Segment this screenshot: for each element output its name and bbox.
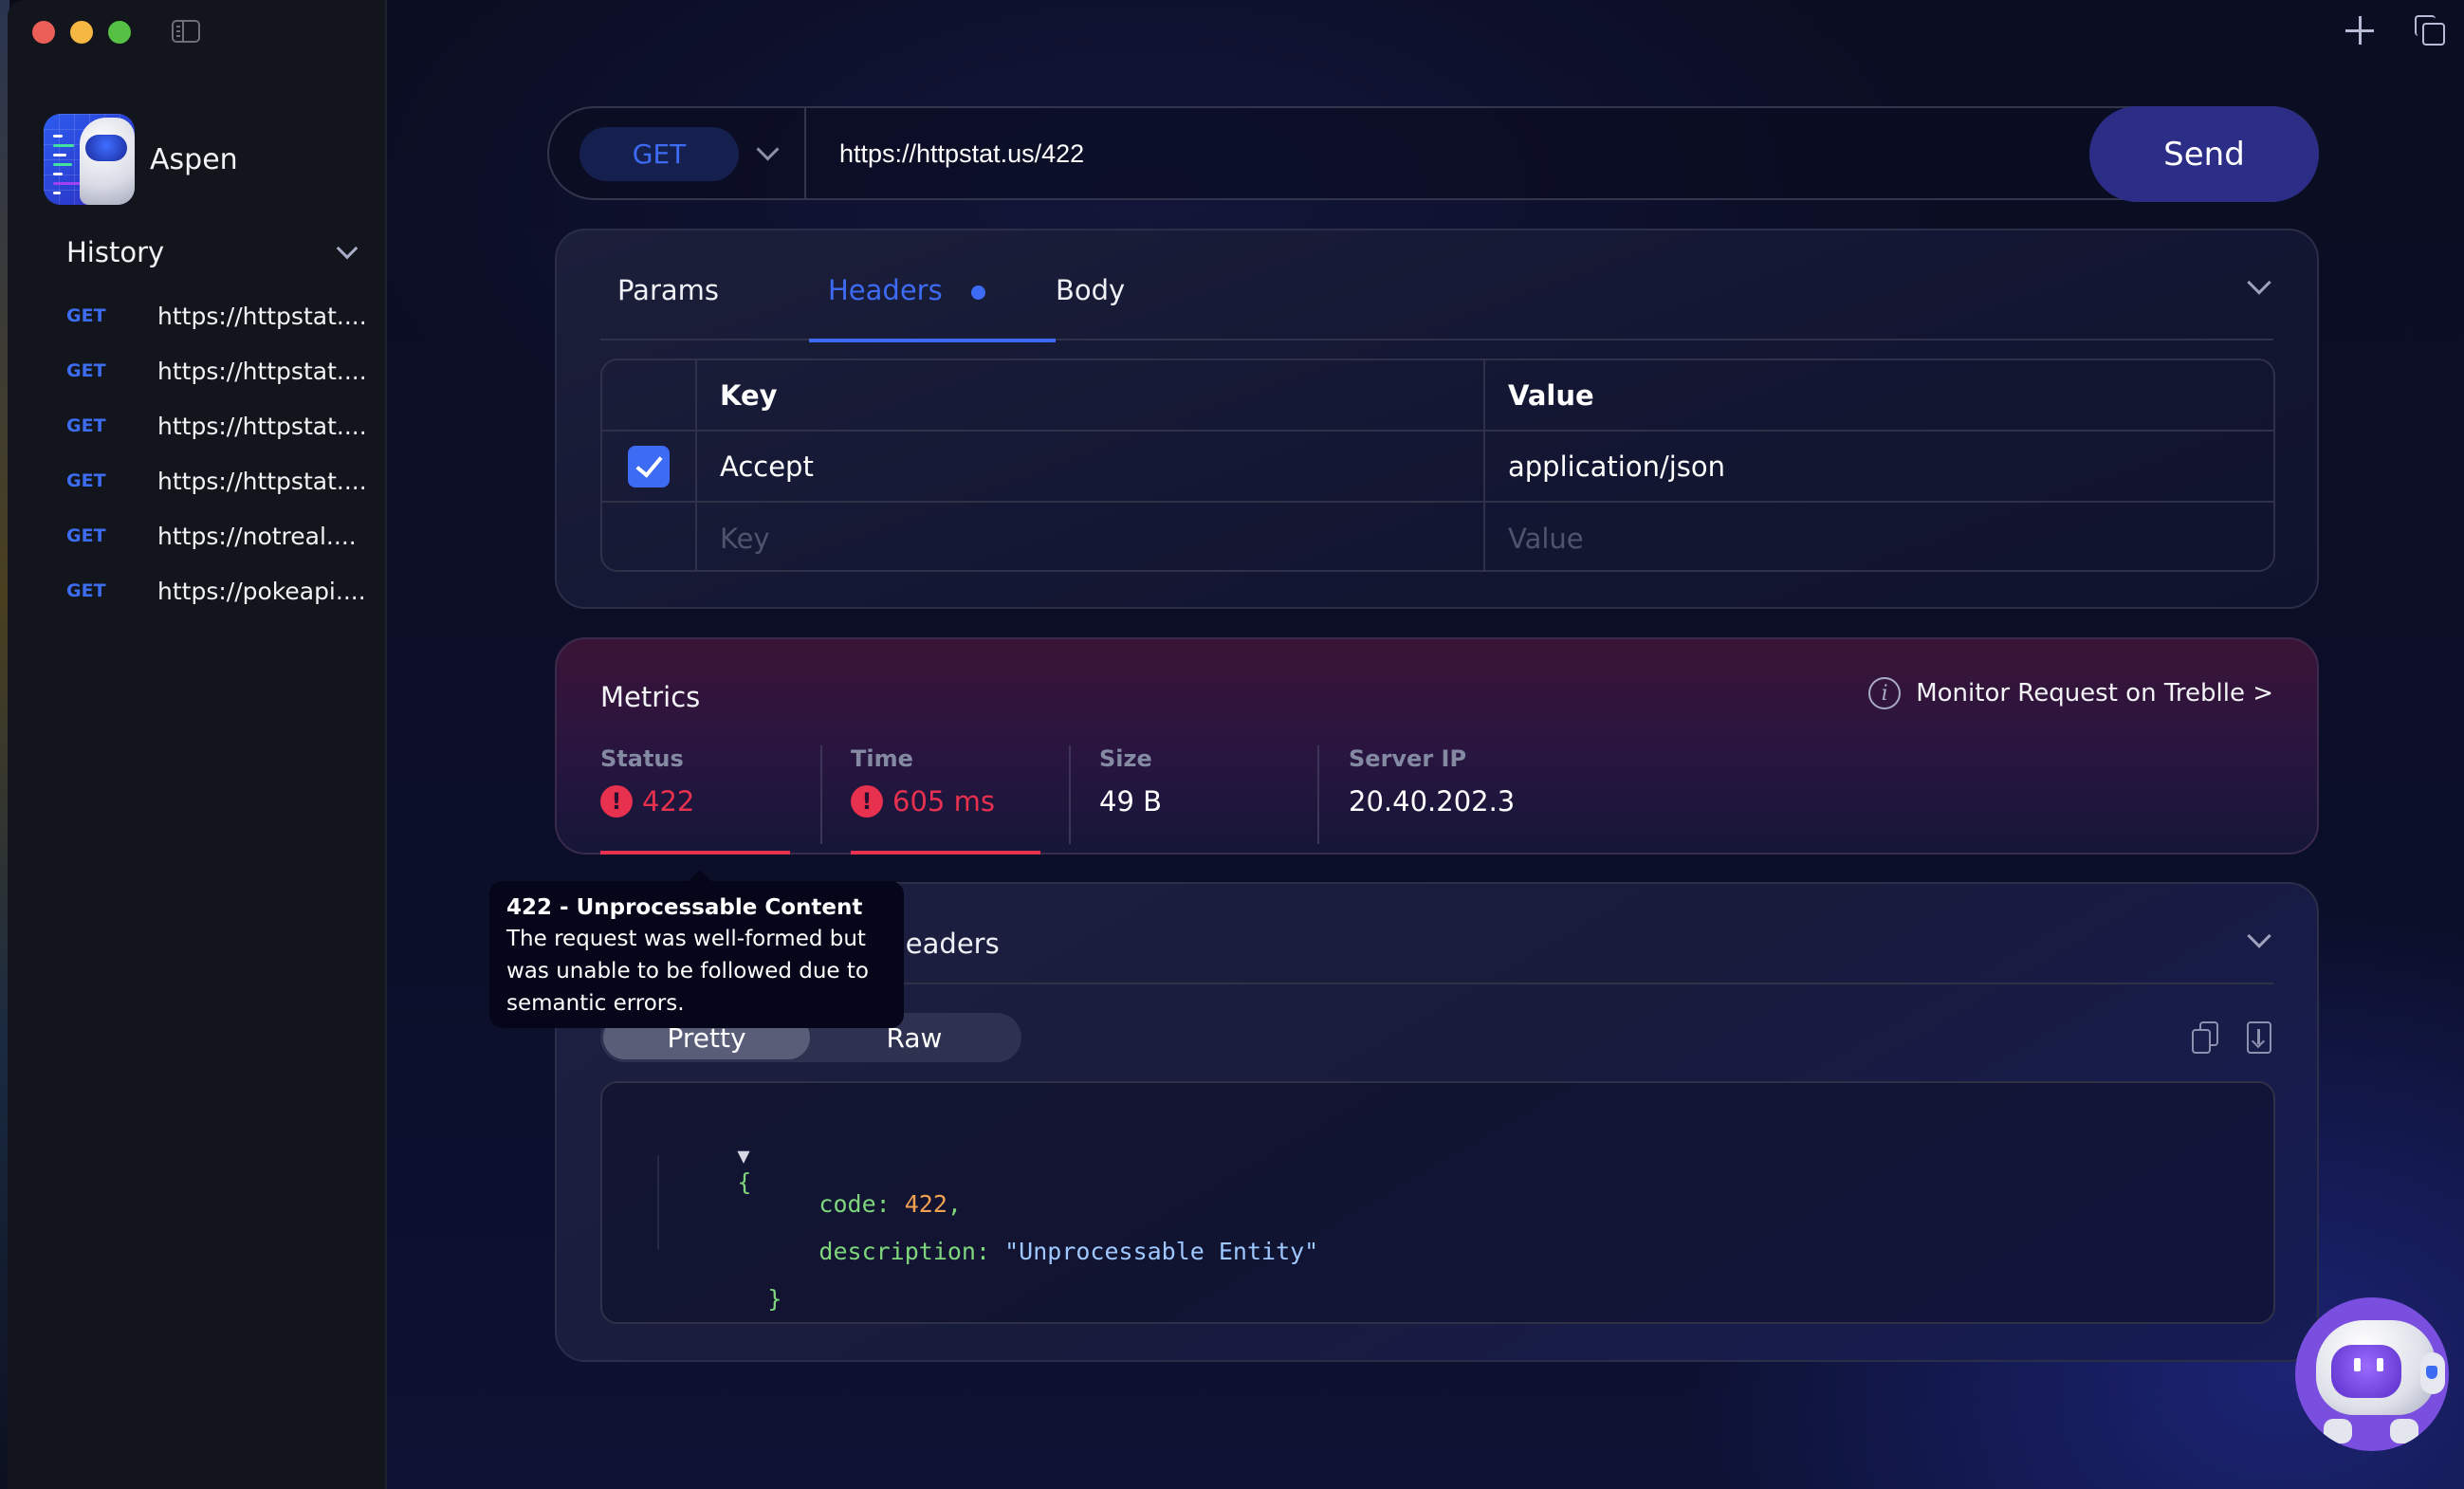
metric-size: Size 49 B xyxy=(1099,745,1162,848)
monitor-on-treblle-link[interactable]: i Monitor Request on Treblle > xyxy=(1868,677,2273,709)
metric-server-ip: Server IP 20.40.202.3 xyxy=(1349,745,1515,848)
divider xyxy=(1069,745,1071,844)
history-url: https://pokeapi.... xyxy=(157,577,366,605)
json-value: "Unprocessable Entity" xyxy=(1004,1238,1319,1265)
header-key-cell[interactable]: Accept xyxy=(697,432,1485,501)
metrics-title: Metrics xyxy=(600,681,701,713)
metric-status[interactable]: Status ! 422 xyxy=(600,745,694,848)
table-header-row: Key Value xyxy=(602,360,2273,432)
tab-label: Headers xyxy=(828,274,943,306)
aspen-logo-icon xyxy=(44,114,135,205)
history-item[interactable]: GET https://notreal.... xyxy=(66,508,370,563)
app-name: Aspen xyxy=(150,142,238,176)
info-icon: i xyxy=(1868,677,1902,709)
response-body-viewer: ▼ { code: 422, description: "Unprocessab… xyxy=(600,1081,2275,1324)
history-item[interactable]: GET https://httpstat.... xyxy=(66,288,370,343)
tab-params[interactable]: Params xyxy=(617,263,719,340)
divider xyxy=(804,108,806,198)
response-size-value: 49 B xyxy=(1099,785,1163,818)
monitor-link-label: Monitor Request on Treblle > xyxy=(1916,679,2273,708)
column-header-key: Key xyxy=(697,360,1485,430)
response-actions xyxy=(2192,1021,2273,1056)
metric-label: Server IP xyxy=(1349,745,1467,772)
download-icon[interactable] xyxy=(2245,1021,2273,1056)
divider xyxy=(820,745,822,844)
server-ip-value: 20.40.202.3 xyxy=(1349,785,1516,818)
request-tabs: Params Headers Body xyxy=(600,263,2273,342)
duplicate-window-icon[interactable] xyxy=(2415,15,2445,46)
divider xyxy=(1317,745,1319,844)
tab-label: Body xyxy=(1056,274,1126,306)
metric-label: Size xyxy=(1099,745,1152,772)
history-item[interactable]: GET https://httpstat.... xyxy=(66,343,370,398)
metrics-panel: Metrics i Monitor Request on Treblle > S… xyxy=(555,637,2319,855)
table-row: Accept application/json xyxy=(602,432,2273,503)
history-url: https://httpstat.... xyxy=(157,357,367,385)
app-window: Aspen History GET https://httpstat.... G… xyxy=(8,0,2464,1489)
sidebar-toggle-icon[interactable] xyxy=(172,20,200,43)
tab-headers[interactable]: Headers xyxy=(809,263,1056,342)
modified-dot-icon xyxy=(970,285,985,300)
tab-label: Params xyxy=(617,274,720,306)
new-tab-plus-icon[interactable] xyxy=(2344,15,2375,46)
history-title: History xyxy=(66,236,165,268)
chevron-down-icon[interactable] xyxy=(756,138,780,161)
history-method: GET xyxy=(66,415,106,436)
window-toolbar xyxy=(2344,15,2445,46)
json-field: description: "Unprocessable Entity" xyxy=(705,1210,1318,1293)
close-window-button[interactable] xyxy=(32,21,55,44)
indent-guide xyxy=(657,1155,659,1250)
history-method: GET xyxy=(66,580,106,601)
window-controls xyxy=(32,21,131,44)
status-code-value: 422 xyxy=(642,785,695,818)
assistant-robot-button[interactable] xyxy=(2295,1297,2449,1451)
metric-label: Status xyxy=(600,745,684,772)
app-brand: Aspen xyxy=(44,114,238,205)
history-item[interactable]: GET https://httpstat.... xyxy=(66,398,370,453)
copy-icon[interactable] xyxy=(2192,1021,2220,1056)
request-url-bar: GET Send xyxy=(547,106,2319,202)
http-method-select[interactable]: GET xyxy=(579,127,739,181)
history-method: GET xyxy=(66,525,106,546)
json-close-brace: } xyxy=(767,1285,782,1313)
sidebar: Aspen History GET https://httpstat.... G… xyxy=(8,0,387,1489)
history-item[interactable]: GET https://pokeapi.... xyxy=(66,563,370,618)
column-header-value: Value xyxy=(1508,378,1594,412)
maximize-window-button[interactable] xyxy=(108,21,131,44)
history-method: GET xyxy=(66,360,106,381)
history-url: https://httpstat.... xyxy=(157,302,367,330)
error-icon: ! xyxy=(851,785,883,818)
status-error-underline xyxy=(600,851,790,855)
tooltip-body: The request was well-formed but was unab… xyxy=(506,927,869,1016)
history-url: https://notreal.... xyxy=(157,522,357,550)
send-button[interactable]: Send xyxy=(2089,106,2319,202)
error-icon: ! xyxy=(600,785,633,818)
new-header-key-input[interactable] xyxy=(720,522,1483,555)
status-tooltip: 422 - Unprocessable Content The request … xyxy=(489,870,904,1028)
headers-table: Key Value Accept application/json xyxy=(600,358,2275,572)
response-time-value: 605 ms xyxy=(892,785,995,818)
json-key: description: xyxy=(818,1238,991,1265)
header-enabled-checkbox[interactable] xyxy=(628,445,670,487)
request-options-panel: Params Headers Body Key Value Accept app… xyxy=(555,229,2319,609)
history-section-toggle[interactable]: History xyxy=(66,233,360,271)
history-list: GET https://httpstat.... GET https://htt… xyxy=(66,288,370,618)
new-header-value-input[interactable] xyxy=(1508,522,2273,555)
tooltip-title: 422 - Unprocessable Content xyxy=(506,895,863,920)
history-method: GET xyxy=(66,470,106,491)
metric-time[interactable]: Time ! 605 ms xyxy=(851,745,995,848)
history-url: https://httpstat.... xyxy=(157,412,367,440)
history-method: GET xyxy=(66,305,106,326)
time-error-underline xyxy=(851,851,1040,855)
history-url: https://httpstat.... xyxy=(157,467,367,495)
tab-body[interactable]: Body xyxy=(1056,263,1125,340)
minimize-window-button[interactable] xyxy=(70,21,93,44)
history-item[interactable]: GET https://httpstat.... xyxy=(66,453,370,508)
chevron-down-icon xyxy=(336,237,359,260)
header-value-cell[interactable]: application/json xyxy=(1485,432,2273,501)
url-input[interactable] xyxy=(839,133,2072,175)
metric-label: Time xyxy=(851,745,913,772)
table-row-new xyxy=(602,503,2273,570)
